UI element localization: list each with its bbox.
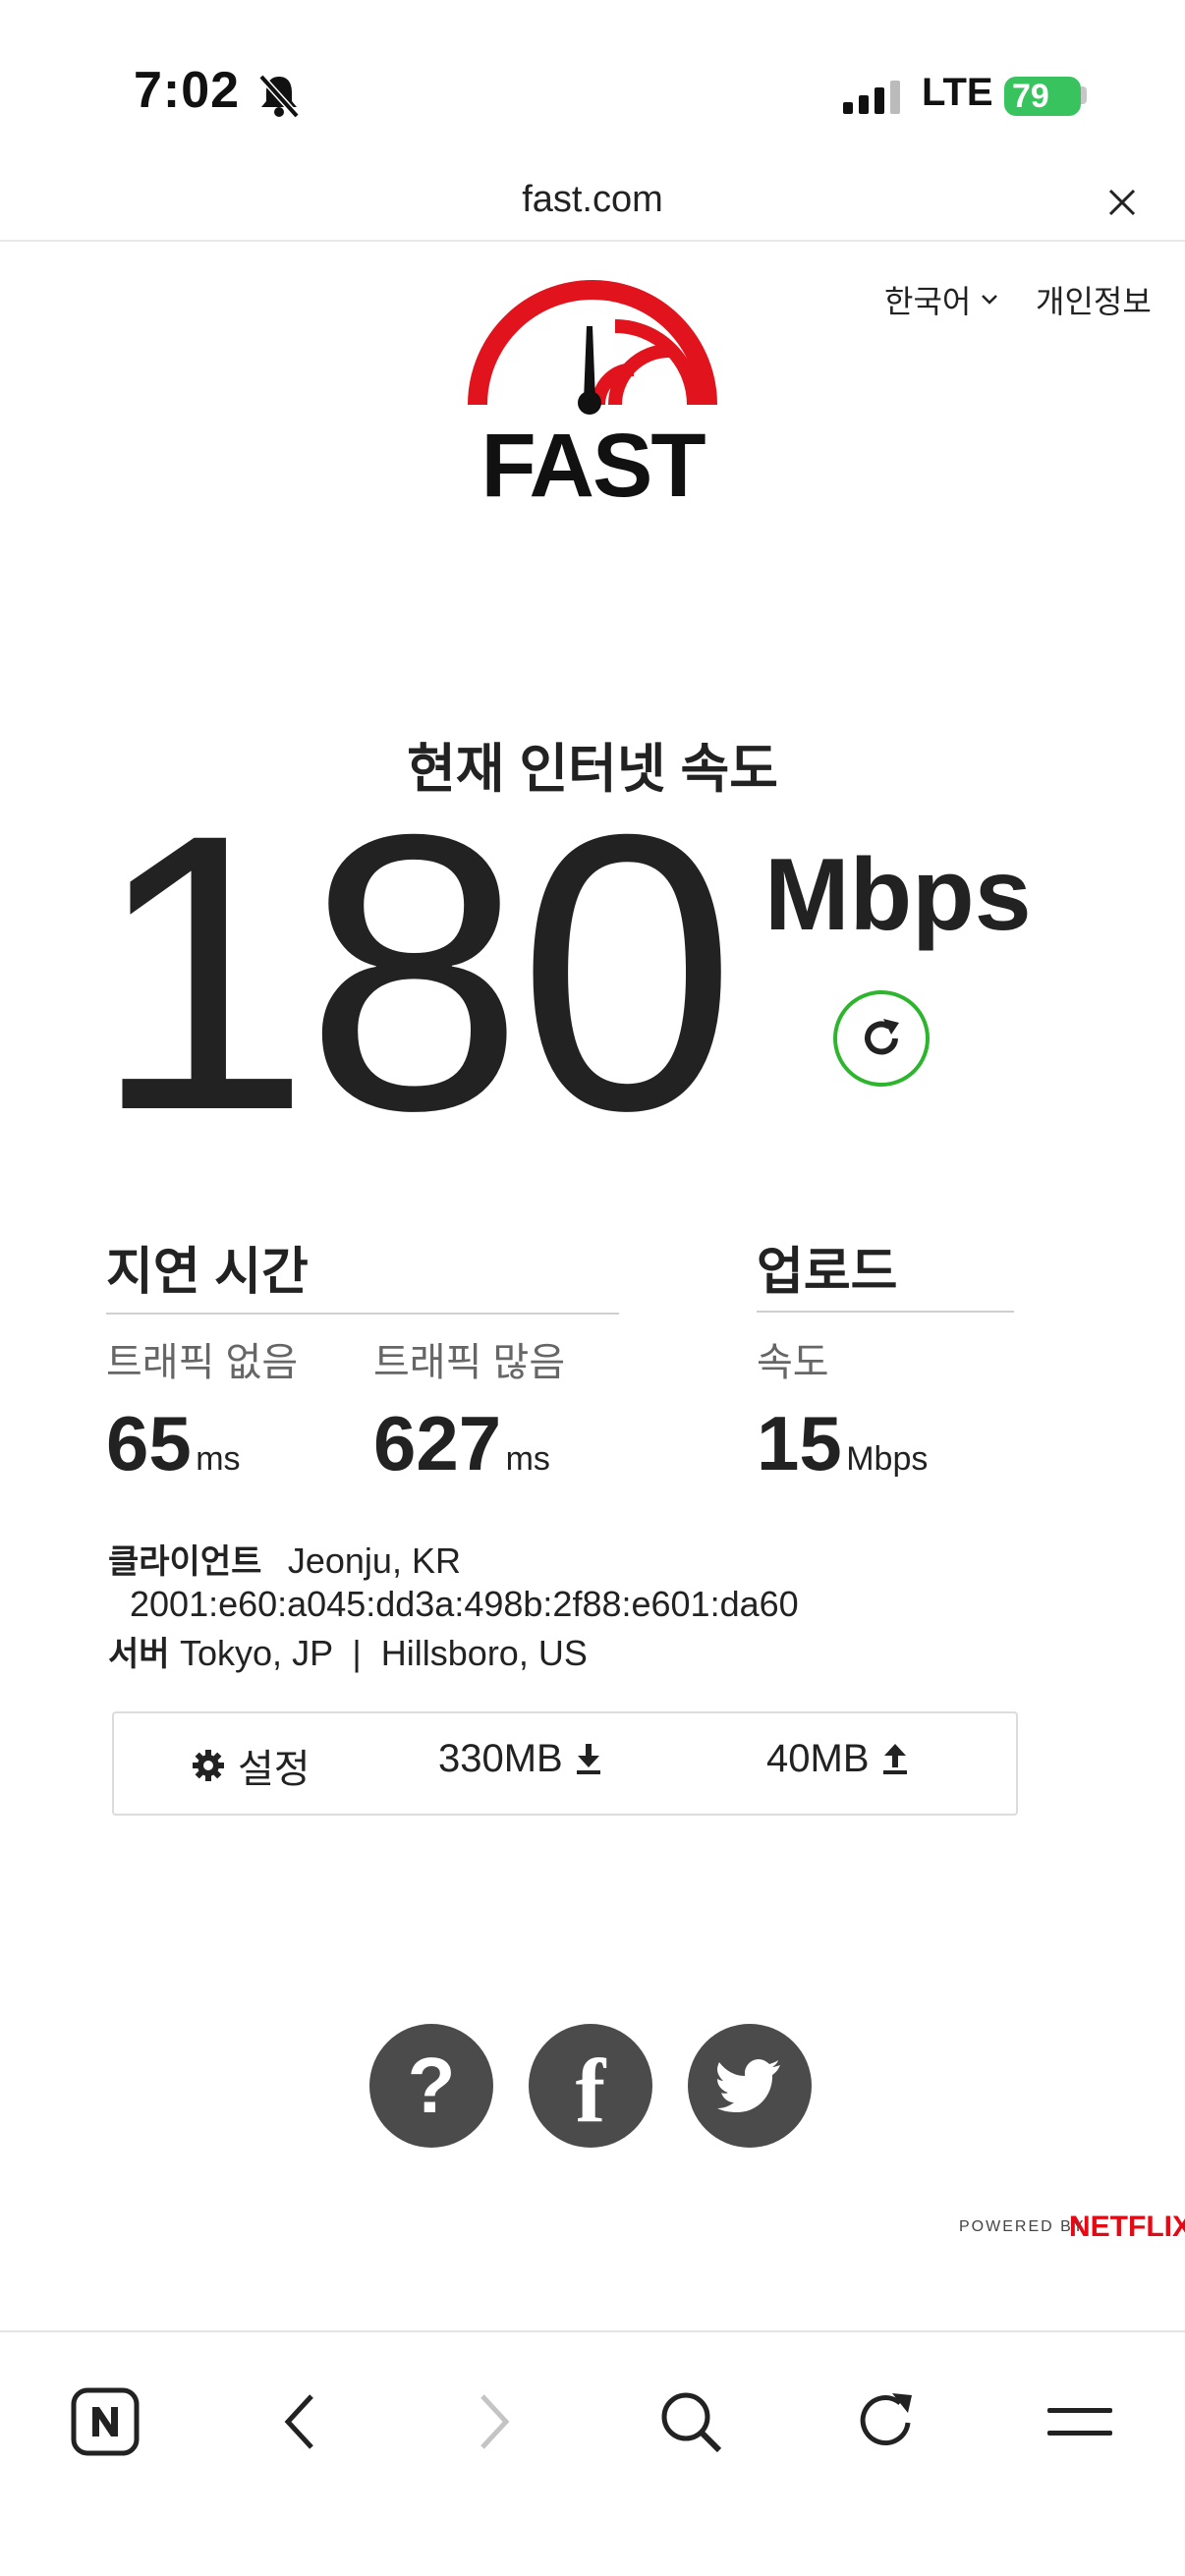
- speed-unit: Mbps: [764, 838, 1032, 952]
- client-row: 클라이언트 Jeonju, KR: [108, 1535, 461, 1583]
- naver-icon: [71, 2387, 140, 2456]
- client-ip: 2001:e60:a045:dd3a:498b:2f88:e601:da60: [130, 1584, 799, 1624]
- forward-button[interactable]: [440, 2368, 548, 2476]
- toolbar-divider: [0, 2330, 1185, 2332]
- upload-speed: 15 Mbps: [757, 1399, 928, 1488]
- fast-logo: FAST: [468, 279, 717, 516]
- speed-value: 180: [92, 753, 736, 1192]
- facebook-button[interactable]: f: [529, 2024, 652, 2148]
- twitter-button[interactable]: [688, 2024, 812, 2148]
- download-size: 330MB: [438, 1737, 602, 1781]
- back-icon: [284, 2394, 313, 2449]
- upload-size: 40MB: [766, 1737, 909, 1781]
- server-row: 서버 Tokyo, JP | Hillsboro, US: [108, 1627, 588, 1675]
- loaded-latency: 627 ms: [373, 1399, 550, 1488]
- language-selector[interactable]: 한국어: [884, 277, 998, 322]
- download-size-value: 330MB: [438, 1737, 563, 1780]
- search-button[interactable]: [637, 2368, 745, 2476]
- server-list: Tokyo, JP | Hillsboro, US: [180, 1633, 588, 1673]
- reload-icon: [860, 2393, 912, 2445]
- client-location: Jeonju, KR: [287, 1540, 461, 1581]
- language-label: 한국어: [884, 284, 972, 319]
- settings-button[interactable]: 설정: [191, 1737, 310, 1794]
- chevron-down-icon: [982, 295, 998, 305]
- search-icon: [661, 2392, 722, 2453]
- bell-slash-icon: [258, 74, 300, 118]
- help-icon: ?: [407, 2042, 456, 2129]
- loaded-unit: ms: [505, 1440, 550, 1478]
- forward-icon: [480, 2394, 510, 2449]
- upload-divider: [757, 1311, 1014, 1313]
- unloaded-label: 트래픽 없음: [106, 1341, 299, 1384]
- twitter-icon: [717, 2059, 780, 2112]
- settings-label: 설정: [238, 1748, 310, 1791]
- upload-size-value: 40MB: [766, 1737, 870, 1780]
- url-bar[interactable]: fast.com: [0, 179, 1185, 221]
- privacy-link[interactable]: 개인정보: [1036, 277, 1152, 322]
- unloaded-latency: 65 ms: [106, 1399, 241, 1488]
- help-button[interactable]: ?: [369, 2024, 493, 2148]
- naver-home-button[interactable]: [51, 2368, 159, 2476]
- signal-icon: [843, 81, 900, 114]
- upload-value: 15: [757, 1400, 842, 1486]
- battery-level: 79: [1012, 78, 1049, 115]
- back-button[interactable]: [246, 2368, 354, 2476]
- upload-icon: [882, 1743, 907, 1774]
- logo-text: FAST: [480, 416, 705, 516]
- download-icon: [576, 1743, 600, 1774]
- url-divider: [0, 240, 1185, 242]
- unloaded-value: 65: [106, 1400, 192, 1486]
- network-label: LTE: [922, 71, 993, 114]
- latency-title: 지연 시간: [106, 1244, 309, 1301]
- server-label: 서버: [108, 1636, 170, 1673]
- menu-button[interactable]: [1026, 2368, 1134, 2476]
- upload-title: 업로드: [757, 1244, 898, 1301]
- refresh-icon: [865, 1019, 899, 1055]
- powered-by: POWERED BY: [959, 2218, 1086, 2235]
- client-label: 클라이언트: [108, 1543, 262, 1581]
- latency-divider: [106, 1313, 619, 1315]
- facebook-icon: f: [575, 2041, 606, 2141]
- unloaded-unit: ms: [196, 1440, 241, 1478]
- refresh-button[interactable]: [833, 990, 930, 1087]
- loaded-label: 트래픽 많음: [373, 1341, 566, 1384]
- upload-unit: Mbps: [846, 1440, 929, 1478]
- battery-indicator: 79: [1004, 77, 1081, 116]
- close-icon[interactable]: [1106, 187, 1138, 218]
- loaded-value: 627: [373, 1400, 502, 1486]
- status-time: 7:02: [134, 62, 241, 119]
- upload-label: 속도: [757, 1341, 829, 1384]
- gear-icon: [193, 1750, 224, 1781]
- battery-tip: [1081, 86, 1087, 104]
- menu-icon: [1047, 2408, 1112, 2436]
- reload-button[interactable]: [831, 2368, 939, 2476]
- netflix-logo[interactable]: NETFLIX: [1069, 2211, 1185, 2244]
